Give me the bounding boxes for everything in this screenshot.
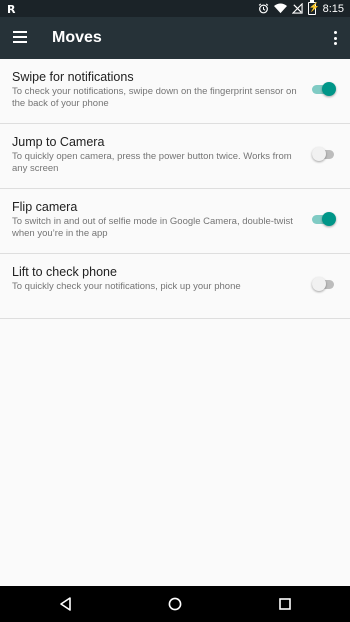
no-signal-icon xyxy=(291,3,303,14)
setting-title: Flip camera xyxy=(12,200,78,214)
swipe-for-notifications-toggle[interactable] xyxy=(312,82,336,98)
alarm-icon xyxy=(258,3,268,14)
setting-lift-to-check-phone[interactable]: Lift to check phone To quickly check you… xyxy=(0,254,350,319)
setting-swipe-for-notifications[interactable]: Swipe for notifications To check your no… xyxy=(0,59,350,124)
app-bar: Moves xyxy=(0,17,350,59)
setting-title: Lift to check phone xyxy=(12,265,117,279)
setting-jump-to-camera[interactable]: Jump to Camera To quickly open camera, p… xyxy=(0,124,350,189)
carrier-logo: R xyxy=(7,3,16,16)
lift-to-check-phone-toggle[interactable] xyxy=(312,277,336,293)
toggle-knob xyxy=(322,82,336,96)
setting-description: To check your notifications, swipe down … xyxy=(12,86,297,109)
setting-flip-camera[interactable]: Flip camera To switch in and out of self… xyxy=(0,189,350,254)
toggle-knob xyxy=(312,147,326,161)
recents-icon[interactable] xyxy=(276,595,294,613)
status-icons: ⚡ 8:15 xyxy=(258,0,344,16)
more-vert-icon[interactable] xyxy=(332,30,338,46)
toggle-knob xyxy=(312,277,326,291)
status-bar: R ⚡ 8:15 xyxy=(0,0,350,17)
home-icon[interactable] xyxy=(166,595,184,613)
setting-title: Jump to Camera xyxy=(12,135,105,149)
setting-title: Swipe for notifications xyxy=(12,70,134,84)
battery-charging-icon: ⚡ xyxy=(307,0,320,15)
settings-list: Swipe for notifications To check your no… xyxy=(0,59,350,319)
navigation-bar xyxy=(0,586,350,622)
setting-description: To quickly open camera, press the power … xyxy=(12,151,292,174)
setting-description: To quickly check your notifications, pic… xyxy=(12,281,241,292)
page-title: Moves xyxy=(52,29,102,46)
wifi-icon xyxy=(273,3,287,14)
setting-description: To switch in and out of selfie mode in G… xyxy=(12,216,293,239)
flip-camera-toggle[interactable] xyxy=(312,212,336,228)
hamburger-menu-icon[interactable] xyxy=(13,30,29,44)
back-icon[interactable] xyxy=(57,595,75,613)
toggle-knob xyxy=(322,212,336,226)
clock: 8:15 xyxy=(322,2,344,15)
jump-to-camera-toggle[interactable] xyxy=(312,147,336,163)
